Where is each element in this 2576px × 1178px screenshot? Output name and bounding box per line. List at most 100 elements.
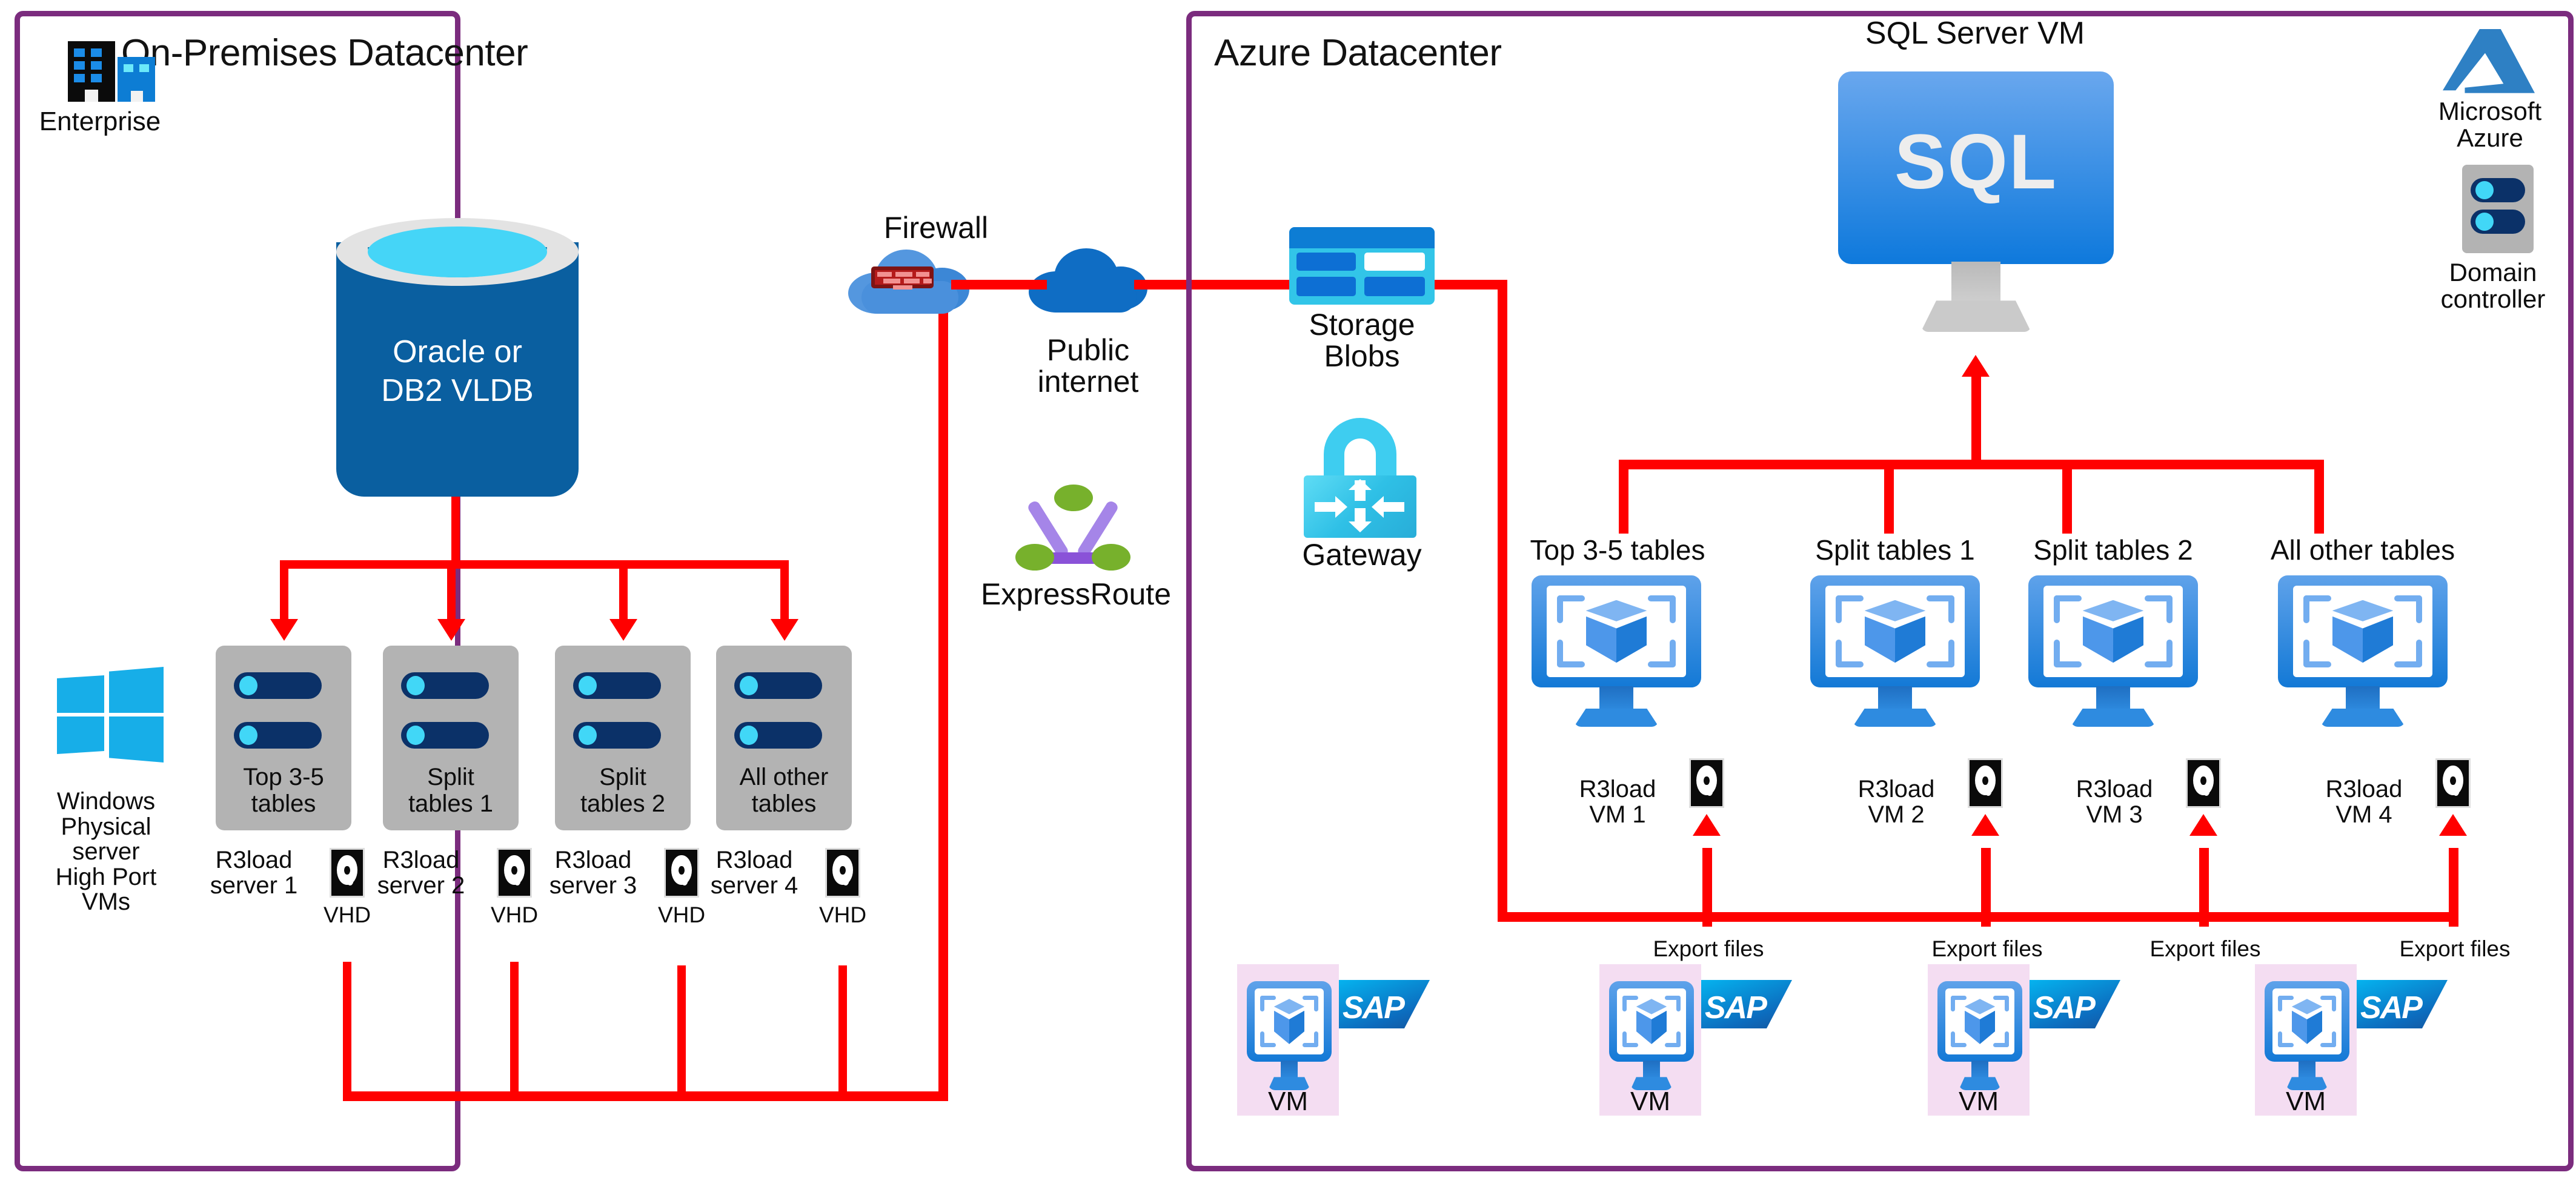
export-files-label-3: Export files [2149, 936, 2261, 961]
gateway-arrow-down-head [1349, 521, 1372, 533]
azure-vm-4-label: R3load VM 4 [2297, 776, 2431, 827]
gateway-arrow-left-head [1372, 496, 1384, 518]
vm2-bracket-bl2 [1836, 661, 1864, 667]
rack2-disk-bay-2 [401, 722, 489, 749]
azure-vhd2-spindle [1982, 776, 1988, 786]
vm2-neck [1878, 686, 1912, 712]
azure-vm-3-line1: R3load [2076, 776, 2153, 802]
sap-vm-icon-1[interactable] [1247, 981, 1332, 1090]
vhd4-riser [838, 965, 847, 1100]
sql-server-vm-icon[interactable]: SQL [1838, 71, 2114, 332]
rack1-disk-bay-2 [234, 722, 322, 749]
vm1-screen [1532, 575, 1701, 687]
vm1-bracket-tl2 [1557, 595, 1585, 602]
r3load-server-4-line1: R3load [715, 847, 793, 873]
vm2-bracket-tl2 [1836, 595, 1864, 602]
vm1-bracket-bl2 [1557, 661, 1585, 667]
db-to-racks-bus [280, 560, 789, 569]
azure-vm-2-line2: VM 2 [1868, 801, 1925, 828]
rack4-label-line2: tables [751, 790, 817, 817]
gateway-arrow-up-head [1349, 479, 1372, 491]
azure-vm-collector-bus [1619, 460, 2324, 469]
gateway-lock-icon[interactable] [1304, 418, 1416, 538]
dc-disk-bay-1 [2471, 178, 2525, 202]
vm4-neck [2346, 686, 2380, 712]
storage-blobs-header-bar [1289, 227, 1435, 248]
sapvm3-cube-icon [1964, 999, 1996, 1044]
azure-vm-2-line1: R3load [1857, 776, 1935, 802]
domain-controller-icon[interactable] [2462, 165, 2534, 253]
azure-r3load-vm-1-icon[interactable] [1532, 575, 1701, 727]
sap-logo-text-1: SAP [1343, 990, 1405, 1025]
vm2-bracket-tr2 [1927, 595, 1954, 602]
sap-vm-icon-4[interactable] [2265, 981, 2349, 1090]
rack3-label-line2: tables 2 [580, 790, 666, 817]
rack1-label-line2: tables [251, 790, 316, 817]
rack-server-2[interactable]: Split tables 1 [383, 646, 519, 830]
windows-label-line-5: VMs [82, 888, 130, 916]
sap-vm-icon-3[interactable] [1937, 981, 2022, 1090]
rack4-disk-bay-2 [734, 722, 822, 749]
sql-logo-text: SQL [1894, 119, 2058, 206]
rack4-drop [780, 560, 789, 624]
sap-vm-label-1: VM [1268, 1087, 1308, 1116]
azure-r3load-vm-3-icon[interactable] [2028, 575, 2198, 727]
vhd1-spindle [344, 866, 350, 875]
sql-feed-arrow-icon [1962, 355, 1990, 377]
storage-blob-cell-3 [1296, 277, 1356, 296]
azure-vhd4-spindle [2450, 776, 2456, 786]
azurevm1-riser [1619, 460, 1628, 534]
firewall-label: Firewall [883, 211, 989, 245]
r3load-server-1-line2: server 1 [210, 872, 298, 899]
firewall-to-internet-line [951, 280, 1047, 290]
sap-logo-text-3: SAP [2033, 990, 2096, 1025]
vhd3-riser [677, 965, 686, 1100]
rack2-label-line1: Split [427, 764, 474, 790]
azure-r3load-vm-4-icon[interactable] [2278, 575, 2448, 727]
onprem-export-bus [343, 1091, 948, 1101]
sapvm1-bracket-br2 [1302, 1043, 1318, 1048]
storage-blobs-icon[interactable] [1289, 227, 1435, 305]
vm4-screen [2278, 575, 2448, 687]
r3load-server-1-line1: R3load [215, 847, 293, 873]
sapvm3-screen [1937, 981, 2022, 1062]
rack-server-4[interactable]: All other tables [716, 646, 852, 830]
rack-server-1[interactable]: Top 3-5 tables [216, 646, 351, 830]
vm1-neck [1599, 686, 1633, 712]
vm4-bracket-tr2 [2394, 595, 2422, 602]
azure-vm-2-label: R3load VM 2 [1830, 776, 1963, 828]
rack1-arrow-icon [270, 619, 298, 641]
sap-vm-icon-2[interactable] [1609, 981, 1694, 1090]
rack3-disk-bay-2 [573, 722, 661, 749]
sapvm3-neck [1971, 1061, 1988, 1079]
onprem-panel [15, 11, 460, 1171]
r3load-server-2-line2: server 2 [377, 872, 465, 899]
sapvm1-cube-icon [1273, 999, 1305, 1044]
sql-monitor-screen: SQL [1838, 71, 2114, 265]
vm3-neck [2096, 686, 2130, 712]
windows-label-line-1: Windows [56, 788, 156, 815]
vm3-bracket-tr2 [2145, 595, 2173, 602]
microsoft-azure-logo-icon [2443, 29, 2535, 96]
gateway-label: Gateway [1302, 538, 1422, 572]
azure-export-bus [1498, 912, 2458, 922]
azure-vhd-icon-1 [1689, 758, 1724, 808]
export-files-label-2: Export files [1931, 936, 2043, 961]
vhd-label-4: VHD [818, 902, 867, 927]
sap-logo-text-2: SAP [1705, 990, 1767, 1025]
azure-r3load-vm-2-icon[interactable] [1810, 575, 1980, 727]
sapvm1-screen [1247, 981, 1332, 1062]
vm4-bracket-bl2 [2303, 661, 2331, 667]
storage-blobs-line2: Blobs [1324, 339, 1400, 373]
rack4-arrow-icon [771, 619, 798, 641]
storage-blob-cell-2 [1364, 253, 1425, 271]
rack-server-3[interactable]: Split tables 2 [555, 646, 691, 830]
sap-vm-label-2: VM [1630, 1087, 1670, 1116]
sapvm2-bracket-br2 [1664, 1043, 1681, 1048]
windows-label-line-4: High Port [55, 863, 157, 890]
vm2-base [1853, 709, 1937, 727]
vm2-bracket-br2 [1927, 661, 1954, 667]
vhd-label-3: VHD [657, 902, 706, 927]
sapvm2-neck [1643, 1061, 1660, 1079]
vhd2-spindle [511, 866, 517, 875]
